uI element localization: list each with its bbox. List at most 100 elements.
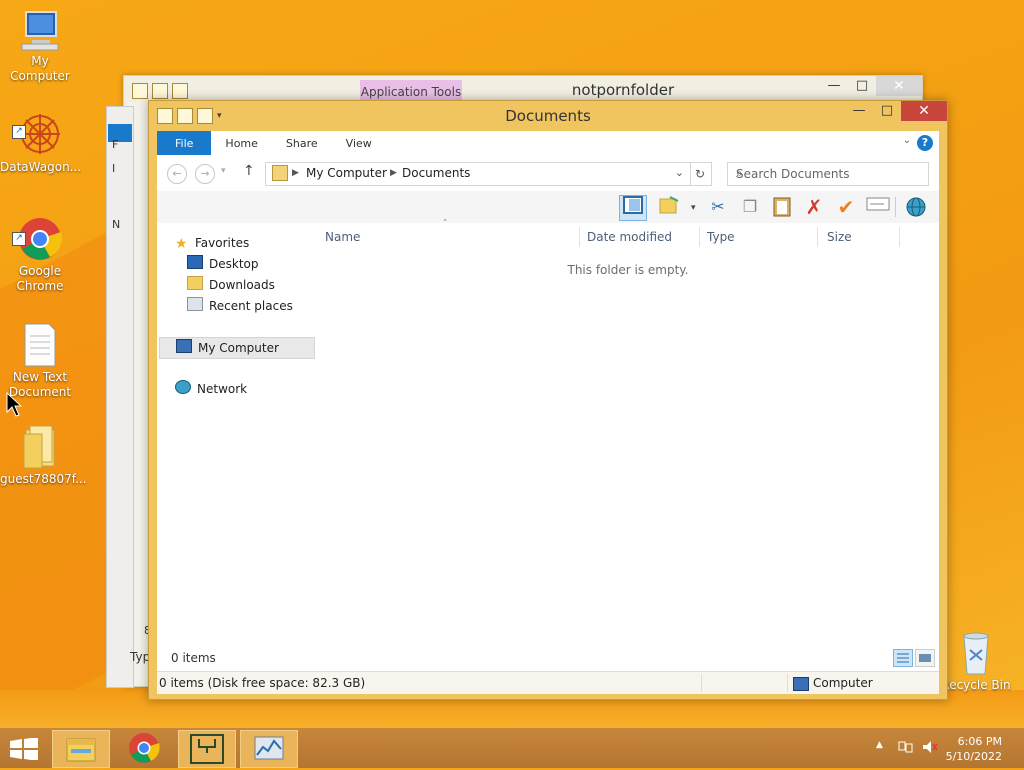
new-folder-icon[interactable] — [172, 83, 188, 99]
nav-favorites[interactable]: ★ Favorites — [175, 233, 331, 253]
nav-label: Favorites — [195, 236, 250, 250]
column-header-type[interactable]: Type — [707, 227, 735, 247]
documents-explorer-window[interactable]: ▾ Documents — □ ✕ File Home Share View ⌄… — [148, 100, 948, 700]
minimize-button[interactable]: — — [845, 101, 873, 121]
tab-view[interactable]: View — [332, 131, 386, 155]
taskbar-chrome[interactable] — [116, 730, 172, 766]
file-explorer-icon — [66, 738, 96, 762]
search-input[interactable]: Search Documents ⌕ — [727, 162, 929, 186]
preview-pane-button[interactable] — [619, 195, 647, 221]
close-button[interactable]: ✕ — [876, 76, 922, 96]
status-bar: 0 items — [157, 643, 939, 671]
globe-icon — [906, 197, 926, 217]
tab-file[interactable]: File — [157, 131, 212, 155]
breadcrumb-documents[interactable]: Documents — [402, 166, 470, 180]
network-tray-icon[interactable] — [898, 740, 914, 757]
nav-label: Desktop — [209, 257, 259, 271]
start-button[interactable] — [10, 737, 38, 763]
column-separator[interactable] — [817, 227, 818, 247]
back-quick-access-toolbar — [132, 83, 188, 99]
text-document-icon — [24, 323, 56, 367]
desktop-icon — [187, 255, 203, 269]
file-list-pane: ˄ Name Date modified Type Size This fold… — [317, 219, 939, 643]
minimize-button[interactable]: — — [820, 76, 848, 96]
tab-home[interactable]: Home — [211, 131, 271, 155]
window-titlebar[interactable]: ▾ Documents — □ ✕ — [149, 101, 947, 131]
column-header-date-modified[interactable]: Date modified — [587, 227, 672, 247]
up-arrow-icon[interactable]: ↑ — [243, 163, 255, 179]
delete-button[interactable]: ✗ — [801, 195, 827, 219]
nav-network[interactable]: Network — [175, 379, 331, 399]
nav-my-computer[interactable]: My Computer — [159, 337, 315, 359]
taskbar-file-explorer[interactable] — [52, 730, 110, 768]
window-title: Documents — [505, 107, 591, 125]
taskbar-resource-monitor[interactable] — [240, 730, 298, 768]
taskbar-app-frame[interactable] — [178, 730, 236, 768]
properties-icon[interactable] — [152, 83, 168, 99]
large-icons-view-button[interactable] — [915, 649, 935, 667]
cut-button[interactable]: ✂ — [705, 195, 731, 219]
shortcut-arrow-icon: ↗ — [12, 125, 26, 139]
paste-button[interactable] — [769, 195, 795, 219]
copy-button[interactable]: ❐ — [737, 195, 763, 219]
taskbar: ▲ 6:06 PM 5/10/2022 — [0, 728, 1024, 768]
column-separator[interactable] — [699, 227, 700, 247]
forward-button[interactable]: → — [195, 164, 215, 184]
desktop-icon-recycle-bin[interactable]: Recycle Bin — [936, 630, 1016, 693]
rename-icon — [866, 197, 890, 211]
desktop-icon-new-text-document[interactable]: New Text Document — [0, 322, 80, 400]
expand-ribbon-chevron-icon[interactable]: ⌄ — [903, 135, 911, 146]
clipboard-icon — [773, 197, 791, 217]
breadcrumb-separator-icon: ▶ — [292, 168, 299, 178]
folder-menu-chevron-icon[interactable]: ▾ — [691, 203, 696, 213]
downloads-folder-icon — [187, 276, 203, 290]
recent-places-icon — [187, 297, 203, 311]
back-window-titlebar[interactable]: Application Tools notpornfolder — □ ✕ — [124, 76, 922, 102]
recent-locations-chevron-icon[interactable]: ▾ — [221, 166, 226, 176]
select-all-button[interactable]: ✔ — [833, 195, 859, 219]
maximize-button[interactable]: □ — [848, 76, 876, 96]
back-window-controls: — □ ✕ — [820, 76, 922, 96]
network-globe-button[interactable] — [903, 195, 929, 219]
desktop-icon-my-computer[interactable]: My Computer — [0, 10, 80, 84]
close-button[interactable]: ✕ — [901, 101, 947, 121]
back-window-left-strip — [106, 106, 134, 688]
large-icons-view-icon — [919, 654, 931, 662]
nav-label: Downloads — [209, 278, 275, 292]
clock[interactable]: 6:06 PM 5/10/2022 — [946, 734, 1002, 764]
desktop-icon-label: Google Chrome — [16, 264, 64, 293]
clock-date: 5/10/2022 — [945, 750, 1002, 763]
desktop-icon-google-chrome[interactable]: ↗ Google Chrome — [0, 216, 80, 294]
column-header-name[interactable]: Name — [325, 227, 360, 247]
navigation-pane: ★ Favorites Desktop Downloads Recent plac… — [157, 223, 317, 643]
sort-ascending-icon: ˄ — [443, 219, 448, 229]
computer-icon — [176, 339, 192, 353]
tab-share[interactable]: Share — [272, 131, 332, 155]
column-header-size[interactable]: Size — [827, 227, 852, 247]
folder-icon — [132, 83, 148, 99]
refresh-button[interactable]: ↻ — [689, 162, 712, 186]
breadcrumb-my-computer[interactable]: My Computer — [306, 166, 387, 180]
help-icon[interactable]: ? — [917, 135, 933, 151]
desktop-icon-label: Recycle Bin — [941, 678, 1011, 692]
address-dropdown-chevron-icon[interactable]: ⌄ — [675, 166, 684, 179]
checkmark-icon: ✔ — [837, 195, 855, 219]
address-bar[interactable]: ▶ My Computer ▶ Documents ⌄ — [265, 162, 691, 186]
ribbon-tabs: File Home Share View ⌄ ? — [157, 131, 939, 155]
back-window-fragment: I — [112, 162, 116, 175]
back-window-fragment: N — [112, 218, 121, 231]
rename-button[interactable] — [865, 195, 891, 219]
desktop-icon-datawagon[interactable]: ↗ DataWagon... — [0, 112, 81, 175]
star-icon: ★ — [175, 236, 188, 252]
item-count: 0 items — [171, 651, 216, 665]
column-separator[interactable] — [899, 227, 900, 247]
maximize-button[interactable]: □ — [873, 101, 901, 121]
open-folder-menu-button[interactable] — [657, 195, 683, 219]
show-hidden-icons-chevron-icon[interactable]: ▲ — [876, 740, 883, 750]
details-view-button[interactable] — [893, 649, 913, 667]
recycle-bin-icon — [963, 632, 989, 675]
desktop-icon-guest-folder[interactable]: guest78807f... — [0, 424, 87, 487]
back-button[interactable]: ← — [167, 164, 187, 184]
column-separator[interactable] — [579, 227, 580, 247]
volume-muted-icon[interactable] — [922, 740, 938, 757]
